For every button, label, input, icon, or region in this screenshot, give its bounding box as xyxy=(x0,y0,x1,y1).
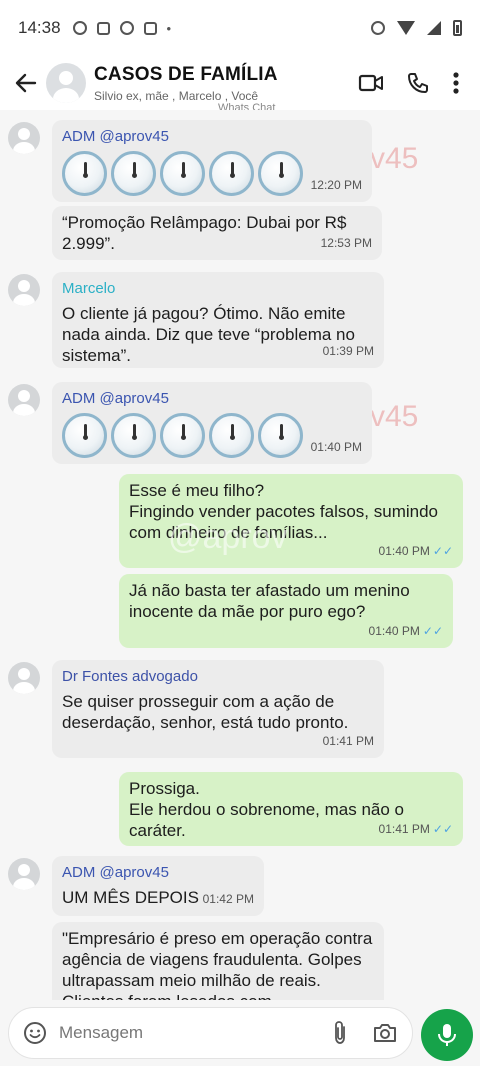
clock-icon xyxy=(209,413,254,458)
message-time: 01:40 PM ✓✓ xyxy=(379,541,453,562)
avatar[interactable] xyxy=(8,122,40,154)
message-time-text: 01:40 PM xyxy=(368,624,420,638)
message-time-text: 01:41 PM xyxy=(378,822,430,836)
outgoing-message-bubble[interactable]: Já não basta ter afastado um menino inoc… xyxy=(119,574,453,648)
clock-icon xyxy=(160,151,205,196)
message-sender: Marcelo xyxy=(62,280,116,297)
message-time: 12:20 PM xyxy=(310,178,362,192)
back-button[interactable] xyxy=(4,61,48,105)
arrow-left-icon xyxy=(15,73,37,93)
outgoing-message-bubble[interactable]: Prossiga. Ele herdou o sobrenome, mas nã… xyxy=(119,772,463,846)
watermark-3: @aprov xyxy=(168,518,288,556)
message-time: 01:39 PM xyxy=(322,344,374,358)
message-bubble[interactable]: Dr Fontes advogado Se quiser prosseguir … xyxy=(52,660,384,758)
status-time: 14:38 xyxy=(18,18,61,37)
record-icon xyxy=(72,21,87,35)
clock-icon xyxy=(258,151,303,196)
message-bubble[interactable]: ADM @aprov45 12:20 PM xyxy=(52,120,372,202)
avatar[interactable] xyxy=(8,274,40,306)
microphone-icon xyxy=(438,1024,456,1046)
message-bubble[interactable]: “Promoção Relâmpago: Dubai por R$ 2.999”… xyxy=(52,206,382,260)
avatar[interactable] xyxy=(8,858,40,890)
clock-icon xyxy=(111,413,156,458)
message-text: “Promoção Relâmpago: Dubai por R$ 2.999”… xyxy=(62,213,347,253)
more-options-icon[interactable] xyxy=(452,71,460,95)
clock-icon xyxy=(258,413,303,458)
clock-icon xyxy=(209,151,254,196)
message-time: 01:40 PM ✓✓ xyxy=(369,621,443,642)
message-sender: ADM @aprov45 xyxy=(62,128,169,145)
emoji-icon xyxy=(24,1022,46,1044)
message-time: 12:53 PM xyxy=(320,236,372,250)
alarm-icon xyxy=(371,21,385,35)
message-bubble[interactable]: "Empresário é preso em operação contra a… xyxy=(52,922,384,1000)
avatar[interactable] xyxy=(8,384,40,416)
message-text: Se quiser prosseguir com a ação de deser… xyxy=(62,692,349,732)
group-info[interactable]: CASOS DE FAMÍLIA Silvio ex, mãe , Marcel… xyxy=(94,63,358,114)
app-notification-icon-2 xyxy=(143,21,157,35)
chat-area[interactable]: v45 v45 ADM @aprov45 12:20 PM “Promoção … xyxy=(0,110,480,1000)
message-sender: ADM @aprov45 xyxy=(62,864,169,881)
chat-header: CASOS DE FAMÍLIA Silvio ex, mãe , Marcel… xyxy=(0,56,480,114)
more-notifications-icon: • xyxy=(166,20,172,36)
video-call-icon[interactable] xyxy=(358,73,384,93)
message-time: 01:41 PM ✓✓ xyxy=(379,819,453,840)
read-receipt-icon: ✓✓ xyxy=(432,544,453,558)
clock-icon xyxy=(62,151,107,196)
app-notification-icon xyxy=(96,21,110,35)
status-notification-icons: • xyxy=(72,20,172,36)
watermark-1: v45 xyxy=(370,142,419,175)
group-title: CASOS DE FAMÍLIA xyxy=(94,63,278,85)
message-input-bar xyxy=(0,1000,480,1066)
emoji-button[interactable] xyxy=(15,1021,55,1045)
voice-message-button[interactable] xyxy=(421,1009,473,1061)
watermark-2: v45 xyxy=(370,400,419,433)
group-members: Silvio ex, mãe , Marcelo , Você xyxy=(94,88,259,103)
read-receipt-icon: ✓✓ xyxy=(422,624,443,638)
message-sender: ADM @aprov45 xyxy=(62,390,169,407)
attach-icon[interactable] xyxy=(330,1020,350,1046)
game-icon xyxy=(119,21,134,35)
message-bubble[interactable]: ADM @aprov45 UM MÊS DEPOIS 01:42 PM xyxy=(52,856,264,916)
camera-icon[interactable] xyxy=(372,1022,398,1044)
status-system-icons xyxy=(371,20,462,36)
header-actions xyxy=(358,71,460,95)
battery-icon xyxy=(453,20,462,36)
read-receipt-icon: ✓✓ xyxy=(432,822,453,836)
avatar[interactable] xyxy=(8,662,40,694)
group-avatar[interactable] xyxy=(46,63,86,103)
message-bubble[interactable]: Marcelo O cliente já pagou? Ótimo. Não e… xyxy=(52,272,384,368)
message-input[interactable] xyxy=(59,1023,330,1043)
clock-icon xyxy=(160,413,205,458)
message-time: 01:42 PM xyxy=(202,892,254,906)
clock-icon xyxy=(111,151,156,196)
signal-icon xyxy=(427,21,441,35)
message-input-container xyxy=(8,1007,413,1059)
message-bubble[interactable]: ADM @aprov45 01:40 PM xyxy=(52,382,372,464)
message-sender: Dr Fontes advogado xyxy=(62,668,198,685)
clock-icon xyxy=(62,413,107,458)
phone-call-icon[interactable] xyxy=(406,71,430,95)
status-bar: 14:38 • xyxy=(0,0,480,56)
wifi-icon xyxy=(397,21,415,35)
message-time: 01:40 PM xyxy=(310,440,362,454)
message-text: "Empresário é preso em operação contra a… xyxy=(62,929,373,1000)
message-time: 01:41 PM xyxy=(322,734,374,748)
message-text: Já não basta ter afastado um menino inoc… xyxy=(129,581,410,621)
message-time-text: 01:40 PM xyxy=(378,544,430,558)
